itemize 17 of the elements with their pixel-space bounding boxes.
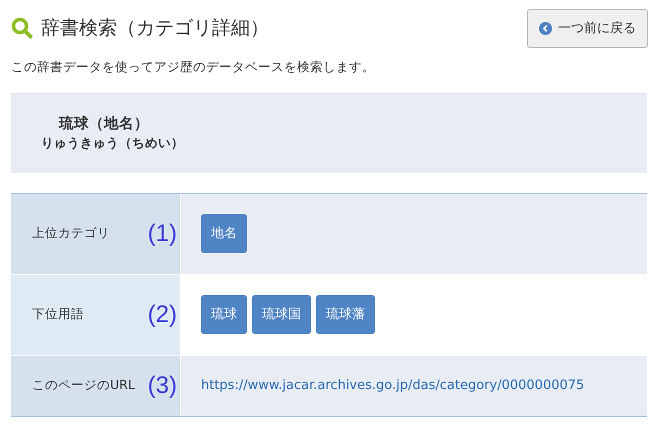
category-tag[interactable]: 琉球 — [201, 295, 247, 334]
row-label: 上位カテゴリ — [32, 224, 110, 242]
page-title: 辞書検索（カテゴリ詳細） — [41, 18, 269, 38]
chevron-left-icon — [539, 22, 552, 35]
entry-reading: りゅうきゅう（ちめい） — [41, 134, 185, 152]
category-tag[interactable]: 地名 — [201, 214, 247, 253]
back-button[interactable]: 一つ前に戻る — [527, 9, 648, 48]
entry-name: 琉球（地名） — [58, 114, 150, 134]
category-tag[interactable]: 琉球国 — [252, 295, 311, 334]
description: この辞書データを使ってアジ歴のデータベースを検索します。 — [11, 61, 376, 74]
row-number: (1) — [148, 222, 177, 246]
search-icon — [11, 17, 33, 39]
row-number: (2) — [148, 302, 177, 326]
row-label: このページのURL — [32, 376, 135, 394]
category-tag[interactable]: 琉球藩 — [316, 295, 375, 334]
row-number: (3) — [148, 374, 177, 398]
row-label: 下位用語 — [32, 305, 84, 324]
